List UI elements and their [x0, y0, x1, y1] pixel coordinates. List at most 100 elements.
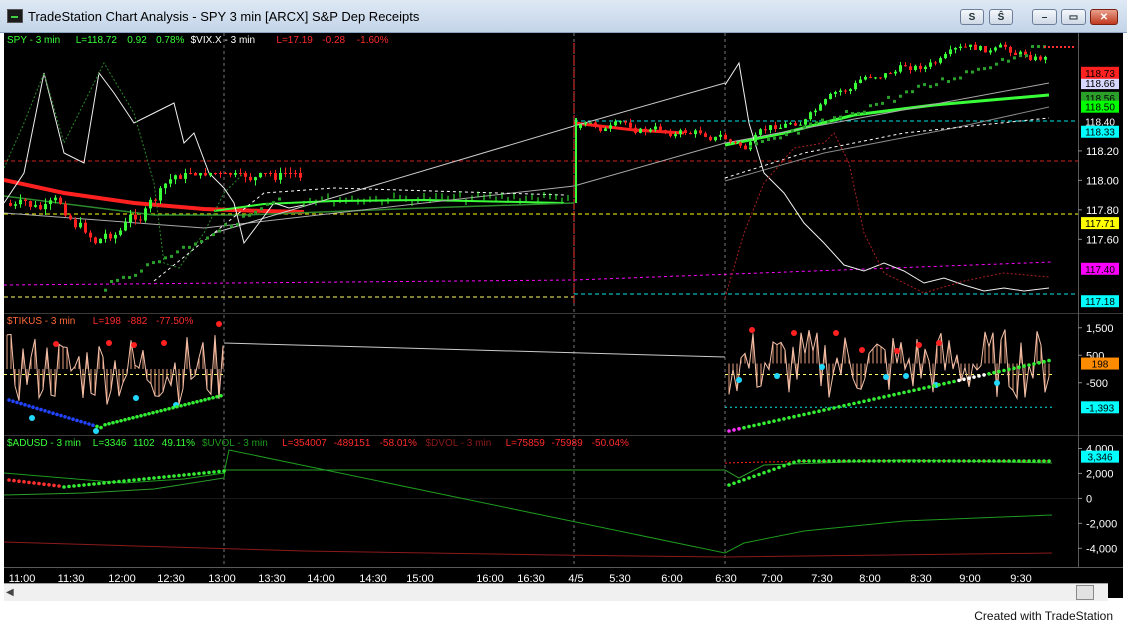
- adusd-dot: [837, 459, 841, 463]
- candle-body: [819, 104, 822, 111]
- adusd-dot: [747, 476, 751, 480]
- psar-dot: [779, 136, 782, 140]
- candle-body: [764, 129, 767, 131]
- panel-header-text: -75989: [552, 438, 584, 449]
- psar-dot: [200, 240, 203, 244]
- adusd-dot: [982, 459, 986, 463]
- candle-body: [624, 121, 627, 123]
- cumulative-tick-dot: [992, 370, 996, 375]
- cumulative-tick-dot: [752, 423, 756, 428]
- cumulative-tick-dot: [1032, 362, 1036, 366]
- candle-body: [149, 199, 152, 209]
- candle-body: [834, 92, 837, 94]
- y-axis-label: 1,500: [1086, 323, 1114, 335]
- restore-button[interactable]: ▭: [1061, 9, 1086, 25]
- candle-body: [1029, 55, 1032, 61]
- adusd-dot: [757, 472, 761, 477]
- tick-high-marker: [833, 330, 839, 336]
- symbol-link-dropdown-button[interactable]: Ŝ: [989, 9, 1013, 25]
- cumulative-tick-dot: [952, 379, 956, 384]
- adusd-dot: [772, 467, 776, 472]
- cumulative-tick-dot: [937, 383, 941, 387]
- tick-high-marker: [161, 340, 167, 346]
- cumulative-tick-dot: [183, 402, 187, 407]
- tick-high-marker: [216, 321, 222, 327]
- cumulative-tick-dot: [51, 411, 55, 416]
- candle-body: [604, 128, 607, 131]
- title-bar[interactable]: TradeStation Chart Analysis - SPY 3 min …: [0, 0, 1127, 33]
- candle-body: [939, 58, 942, 63]
- candle-body: [884, 73, 887, 78]
- adusd-dot: [207, 470, 211, 475]
- price-tag-label: 117.18: [1085, 297, 1115, 308]
- symbol-link-button[interactable]: S: [960, 9, 984, 25]
- adusd-dot: [117, 479, 121, 484]
- cumulative-tick-dot: [67, 416, 71, 420]
- candle-body: [649, 129, 652, 132]
- tick-low-marker: [774, 373, 780, 379]
- adusd-dot: [152, 476, 156, 480]
- cumulative-tick-dot: [812, 410, 816, 415]
- candle-body: [629, 122, 632, 128]
- cumulative-tick-dot: [977, 374, 981, 378]
- cumulative-tick-dot: [143, 412, 147, 417]
- cumulative-tick-dot: [119, 418, 123, 423]
- candle-body: [894, 71, 897, 74]
- psar-dot: [893, 99, 896, 103]
- adusd-dot: [202, 471, 206, 475]
- adusd-dot: [947, 459, 951, 463]
- chart-area[interactable]: 11:00 11:30 12:00 12:30 13:00 13:30 14:00 14:30…: [3, 33, 1123, 598]
- adusd-dot: [72, 484, 76, 488]
- minimize-button[interactable]: –: [1032, 9, 1057, 25]
- adusd-dot: [197, 471, 201, 476]
- psar-dot: [206, 236, 209, 240]
- adusd-dot: [802, 459, 806, 463]
- horizontal-scrollbar[interactable]: ◀: [4, 583, 1108, 601]
- candle-body: [94, 237, 97, 244]
- scroll-left-arrow-icon[interactable]: ◀: [6, 587, 14, 598]
- cumulative-tick-dot: [191, 400, 195, 405]
- psar-dot: [1007, 59, 1010, 63]
- cumulative-tick-dot: [807, 411, 811, 416]
- candle-body: [259, 173, 262, 178]
- cumulative-tick-dot: [151, 410, 155, 415]
- cumulative-tick-dot: [15, 400, 19, 405]
- adusd-dot: [742, 477, 746, 482]
- panel-header-text: 0.78%: [156, 35, 184, 46]
- adusd-dot: [872, 459, 876, 463]
- adusd-dot: [112, 480, 116, 484]
- envelope-line: [724, 117, 1050, 179]
- adusd-dot: [992, 459, 996, 463]
- cumulative-tick-dot: [1027, 363, 1031, 367]
- panel-header-text: L=17.19: [276, 35, 313, 46]
- cumulative-tick-dot: [163, 407, 167, 412]
- candle-body: [264, 173, 267, 174]
- candle-body: [664, 130, 667, 132]
- adusd-dot: [867, 459, 871, 463]
- candle-body: [189, 173, 192, 174]
- cumulative-tick-dot: [817, 409, 821, 414]
- candle-body: [1004, 44, 1007, 47]
- psar-dot: [122, 275, 125, 279]
- cumulative-tick-dot: [159, 408, 163, 413]
- cumulative-tick-dot: [195, 399, 199, 404]
- psar-dot: [110, 280, 113, 284]
- adusd-dot: [107, 480, 111, 485]
- candle-body: [154, 199, 157, 201]
- cumulative-tick-dot: [95, 424, 99, 429]
- candle-body: [14, 204, 17, 206]
- adusd-dot: [887, 459, 891, 463]
- candle-body: [139, 219, 142, 221]
- adusd-dot: [792, 460, 796, 465]
- scroll-thumb[interactable]: [1076, 585, 1094, 600]
- cumulative-tick-dot: [43, 409, 47, 413]
- cumulative-tick-dot: [11, 399, 15, 404]
- candle-body: [634, 127, 637, 133]
- close-button[interactable]: ✕: [1090, 9, 1118, 25]
- adusd-dot: [87, 482, 91, 487]
- cumulative-tick-dot: [802, 412, 806, 417]
- chart-canvas[interactable]: 11:00 11:30 12:00 12:30 13:00 13:30 14:00 14:30…: [3, 33, 1123, 598]
- adusd-dot: [212, 470, 216, 474]
- candle-body: [694, 130, 697, 135]
- tick-low-marker: [29, 415, 35, 421]
